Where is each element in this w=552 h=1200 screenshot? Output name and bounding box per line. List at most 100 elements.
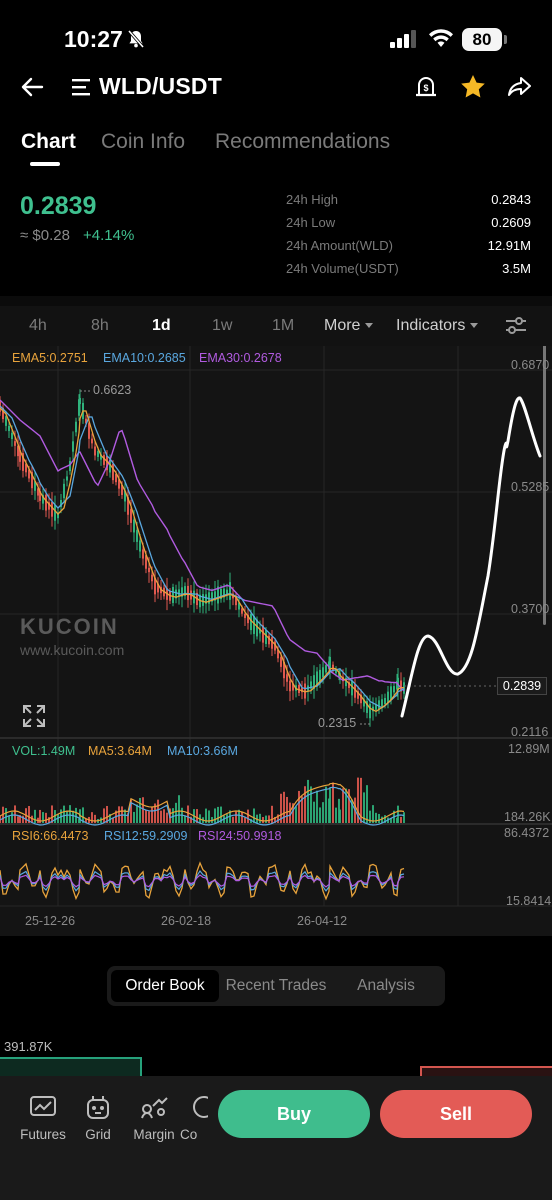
- share-icon[interactable]: [506, 74, 532, 105]
- volume-bar: [91, 812, 93, 823]
- volume-bar: [63, 805, 65, 823]
- price-alert-icon[interactable]: $: [414, 74, 438, 105]
- tab-order-book[interactable]: Order Book: [111, 970, 219, 1002]
- candle-body: [51, 501, 53, 517]
- copy-trading-button[interactable]: Co: [180, 1094, 208, 1142]
- volume-bar: [232, 816, 234, 823]
- favorite-star-icon[interactable]: [459, 73, 487, 106]
- vol-label: VOL:1.49M: [12, 744, 76, 758]
- futures-chart-icon: [30, 1096, 56, 1116]
- date-axis-tick: 26-04-12: [297, 914, 348, 928]
- volume-bar: [271, 805, 273, 823]
- candle-body: [387, 691, 389, 703]
- buy-button[interactable]: Buy: [218, 1090, 370, 1138]
- volume-bar: [298, 790, 300, 823]
- interval-1d[interactable]: 1d: [152, 317, 171, 335]
- rsi-axis-tick: 86.4372: [504, 826, 550, 840]
- tab-analysis[interactable]: Analysis: [333, 970, 439, 1002]
- tab-recent-trades[interactable]: Recent Trades: [221, 970, 331, 1002]
- margin-button[interactable]: Margin: [124, 1094, 184, 1142]
- stat-value-24h-high: 0.2843: [491, 192, 531, 207]
- candle-body: [289, 680, 291, 692]
- volume-bar: [5, 808, 7, 823]
- orderbook-tabs: Order Book Recent Trades Analysis: [107, 966, 445, 1006]
- candle-body: [139, 540, 141, 552]
- interval-8h[interactable]: 8h: [91, 317, 109, 335]
- trading-pair-title[interactable]: WLD/USDT: [99, 73, 222, 100]
- current-price-marker: 0.2839: [497, 677, 547, 695]
- candlestick-chart[interactable]: EMA5:0.2751 EMA10:0.2685 EMA30:0.2678 0.…: [0, 346, 552, 936]
- candle-body: [142, 549, 144, 559]
- grid-button[interactable]: Grid: [68, 1094, 128, 1142]
- tab-recommendations[interactable]: Recommendations: [215, 130, 390, 154]
- grid-label: Grid: [85, 1127, 111, 1142]
- back-arrow-icon[interactable]: [20, 74, 46, 105]
- volume-bar: [34, 809, 36, 823]
- candle-body: [63, 483, 65, 499]
- volume-bar: [286, 796, 288, 823]
- interval-1w[interactable]: 1w: [212, 317, 232, 335]
- volume-bar: [332, 782, 334, 823]
- candle-body: [369, 703, 371, 719]
- sell-button[interactable]: Sell: [380, 1090, 532, 1138]
- watermark-url: www.kucoin.com: [20, 642, 125, 658]
- bid-depth-area: [0, 1057, 142, 1077]
- volume-bar: [247, 809, 249, 823]
- candle-body: [97, 451, 99, 457]
- silent-mode-icon: [126, 29, 146, 54]
- stat-label-24h-volume: 24h Volume(USDT): [286, 261, 399, 276]
- candle-body: [393, 686, 395, 693]
- volume-bar: [235, 811, 237, 823]
- futures-label: Futures: [20, 1127, 66, 1142]
- vol-ma10-label: MA10:3.66M: [167, 744, 238, 758]
- volume-bar: [217, 806, 219, 823]
- volume-bar: [163, 809, 165, 823]
- volume-bar: [118, 806, 120, 823]
- interval-1m[interactable]: 1M: [272, 317, 294, 335]
- vol-ma5-label: MA5:3.64M: [88, 744, 152, 758]
- candle-body: [75, 421, 77, 433]
- chart-settings-sliders-icon[interactable]: [504, 316, 528, 341]
- candle-body: [130, 509, 132, 523]
- futures-button[interactable]: Futures: [13, 1094, 73, 1142]
- margin-label: Margin: [133, 1127, 175, 1142]
- bottom-action-bar: Futures Grid Margin Co Buy Sell: [0, 1076, 552, 1200]
- tab-coin-info[interactable]: Coin Info: [101, 130, 185, 154]
- candle-body: [94, 446, 96, 456]
- interval-4h[interactable]: 4h: [29, 317, 47, 335]
- date-axis-tick: 26-02-18: [161, 914, 212, 928]
- status-time: 10:27: [64, 26, 123, 52]
- volume-bar: [397, 805, 399, 823]
- copy-trading-label: Co: [180, 1127, 198, 1142]
- ema30-label: EMA30:0.2678: [199, 351, 282, 365]
- volume-bar: [378, 813, 380, 823]
- interval-selector: 4h 8h 1d 1w 1M More Indicators: [0, 306, 552, 346]
- volume-bar: [253, 808, 255, 823]
- interval-more-dropdown[interactable]: More: [324, 317, 374, 335]
- wifi-icon: [428, 28, 454, 53]
- volume-bar: [184, 816, 186, 823]
- pair-list-menu-icon[interactable]: [72, 78, 92, 101]
- price-axis-tick: 0.2116: [511, 725, 549, 739]
- tab-chart[interactable]: Chart: [21, 130, 76, 154]
- chevron-down-icon: [470, 323, 479, 329]
- vol-axis-tick: 12.89M: [508, 742, 550, 756]
- indicators-dropdown[interactable]: Indicators: [396, 317, 479, 335]
- volume-bar: [322, 802, 324, 823]
- volume-bar: [69, 805, 71, 823]
- volume-bar: [259, 813, 261, 823]
- volume-bar: [262, 816, 264, 823]
- candle-body: [91, 438, 93, 444]
- price-axis-tick: 0.3700: [511, 602, 550, 616]
- volume-bar: [11, 812, 13, 823]
- volume-bar: [75, 807, 77, 823]
- candle-body: [5, 416, 7, 426]
- rsi12-label: RSI12:59.2909: [104, 829, 188, 843]
- volume-bar: [66, 810, 68, 823]
- volume-bar: [14, 805, 16, 823]
- status-bar: 10:27 80: [0, 0, 552, 66]
- stat-value-24h-low: 0.2609: [491, 215, 531, 230]
- volume-bar: [289, 802, 291, 823]
- volume-bar: [316, 790, 318, 823]
- ema10-line: [0, 405, 405, 709]
